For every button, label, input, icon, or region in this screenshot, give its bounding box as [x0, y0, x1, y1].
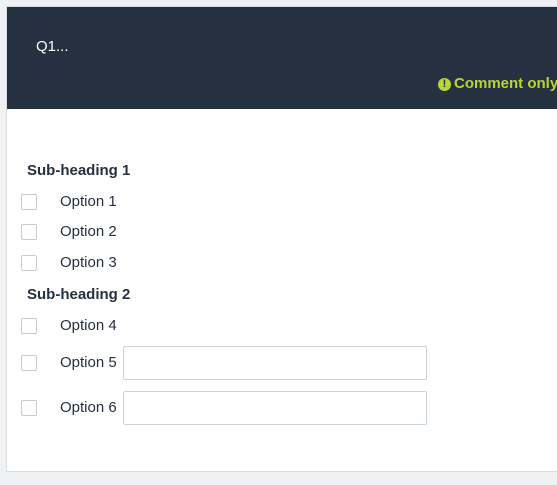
option-1-label[interactable]: Option 1 — [60, 193, 117, 210]
option-3-checkbox[interactable] — [21, 255, 37, 271]
option-6-checkbox[interactable] — [21, 400, 37, 416]
comment-note: !Comment only w — [438, 75, 557, 92]
option-6-text-input[interactable] — [123, 391, 427, 425]
option-4-label[interactable]: Option 4 — [60, 317, 117, 334]
option-1-checkbox[interactable] — [21, 194, 37, 210]
subheading-2: Sub-heading 2 — [27, 286, 131, 303]
question-card: Q1... !Comment only w Sub-heading 1 Opti… — [6, 6, 557, 472]
question-title: Q1... — [36, 38, 69, 55]
exclamation-circle-icon: ! — [438, 78, 451, 91]
option-2-label[interactable]: Option 2 — [60, 223, 117, 240]
option-4-checkbox[interactable] — [21, 318, 37, 334]
subheading-1: Sub-heading 1 — [27, 162, 131, 179]
comment-note-text: Comment only w — [454, 75, 557, 92]
option-5-checkbox[interactable] — [21, 355, 37, 371]
option-2-checkbox[interactable] — [21, 224, 37, 240]
option-6-label[interactable]: Option 6 — [60, 399, 117, 416]
question-header: Q1... !Comment only w — [7, 7, 557, 109]
option-5-label[interactable]: Option 5 — [60, 354, 117, 371]
option-5-text-input[interactable] — [123, 346, 427, 380]
option-3-label[interactable]: Option 3 — [60, 254, 117, 271]
